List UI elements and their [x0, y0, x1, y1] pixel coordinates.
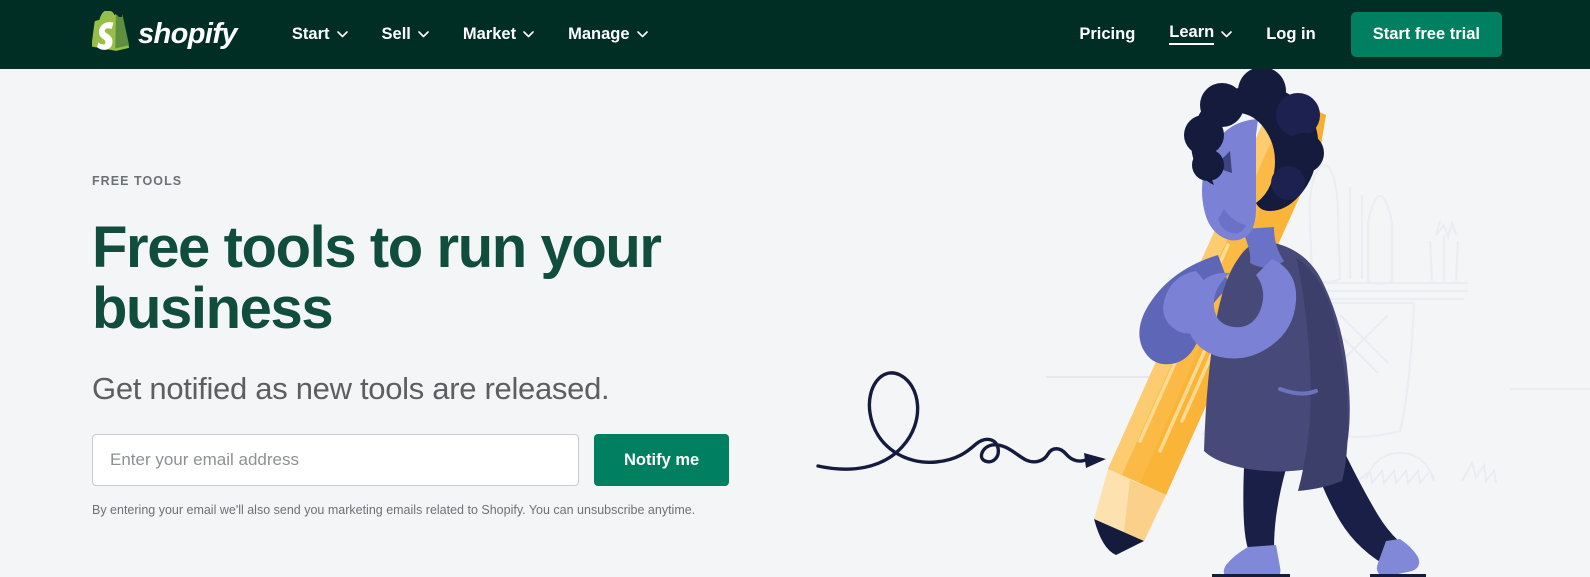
chevron-down-icon: [336, 31, 348, 38]
nav-label-pricing: Pricing: [1079, 25, 1136, 44]
nav-label-login: Log in: [1266, 25, 1316, 44]
secondary-navigation: Pricing Learn Log in Start free trial: [1062, 12, 1502, 57]
nav-item-manage[interactable]: Manage: [551, 18, 664, 51]
email-signup-form: Notify me: [92, 434, 792, 487]
site-header: shopify Start Sell Market Manage Pricing…: [0, 0, 1590, 69]
faint-pencil-cup-sketch: [1288, 163, 1590, 439]
chevron-down-icon: [523, 31, 534, 38]
shopify-wordmark: shopify: [138, 18, 238, 50]
front-shoe: [1223, 545, 1281, 577]
nav-item-learn[interactable]: Learn: [1152, 16, 1249, 53]
faint-crosshatch-sketch: [1201, 314, 1497, 486]
back-shoe: [1376, 539, 1420, 577]
nav-item-market[interactable]: Market: [446, 18, 551, 51]
back-leg: [1310, 439, 1406, 569]
nav-item-sell[interactable]: Sell: [365, 18, 446, 51]
notify-me-button[interactable]: Notify me: [594, 434, 730, 487]
nav-item-login[interactable]: Log in: [1249, 18, 1332, 51]
shopify-logo[interactable]: shopify: [91, 10, 238, 58]
chevron-down-icon: [636, 31, 648, 38]
hero-subtitle: Get notified as new tools are released.: [92, 370, 610, 406]
giant-yellow-pencil: [1094, 95, 1326, 555]
handwritten-scribble-line: [816, 371, 1106, 471]
email-input[interactable]: [92, 434, 579, 487]
nav-item-pricing[interactable]: Pricing: [1062, 18, 1152, 51]
nav-label-sell: Sell: [381, 25, 411, 44]
eyebrow-label: FREE TOOLS: [92, 174, 183, 188]
front-leg: [1243, 435, 1298, 549]
marketing-consent-fineprint: By entering your email we'll also send y…: [92, 503, 696, 518]
near-arm: [1185, 259, 1297, 359]
chevron-down-icon: [418, 31, 429, 38]
face: [1202, 119, 1258, 241]
shopify-bag-icon: [91, 10, 130, 58]
hair: [1240, 86, 1319, 211]
woman-figure: [1139, 69, 1426, 577]
chevron-down-icon: [1221, 31, 1233, 38]
coat: [1204, 241, 1350, 472]
nav-label-start: Start: [291, 25, 330, 44]
nav-label-learn: Learn: [1169, 24, 1215, 45]
hero-copy: FREE TOOLS Free tools to run your busine…: [92, 174, 792, 520]
page-title: Free tools to run your business: [92, 215, 662, 342]
nav-item-start[interactable]: Start: [275, 18, 365, 51]
start-free-trial-button[interactable]: Start free trial: [1350, 12, 1502, 57]
nav-label-manage: Manage: [568, 25, 630, 44]
nav-label-market: Market: [462, 25, 517, 44]
woman-holding-giant-pencil-illustration: [810, 69, 1590, 577]
primary-navigation: Start Sell Market Manage: [275, 18, 665, 51]
hero-section: FREE TOOLS Free tools to run your busine…: [0, 69, 1590, 577]
hand: [1163, 271, 1213, 334]
